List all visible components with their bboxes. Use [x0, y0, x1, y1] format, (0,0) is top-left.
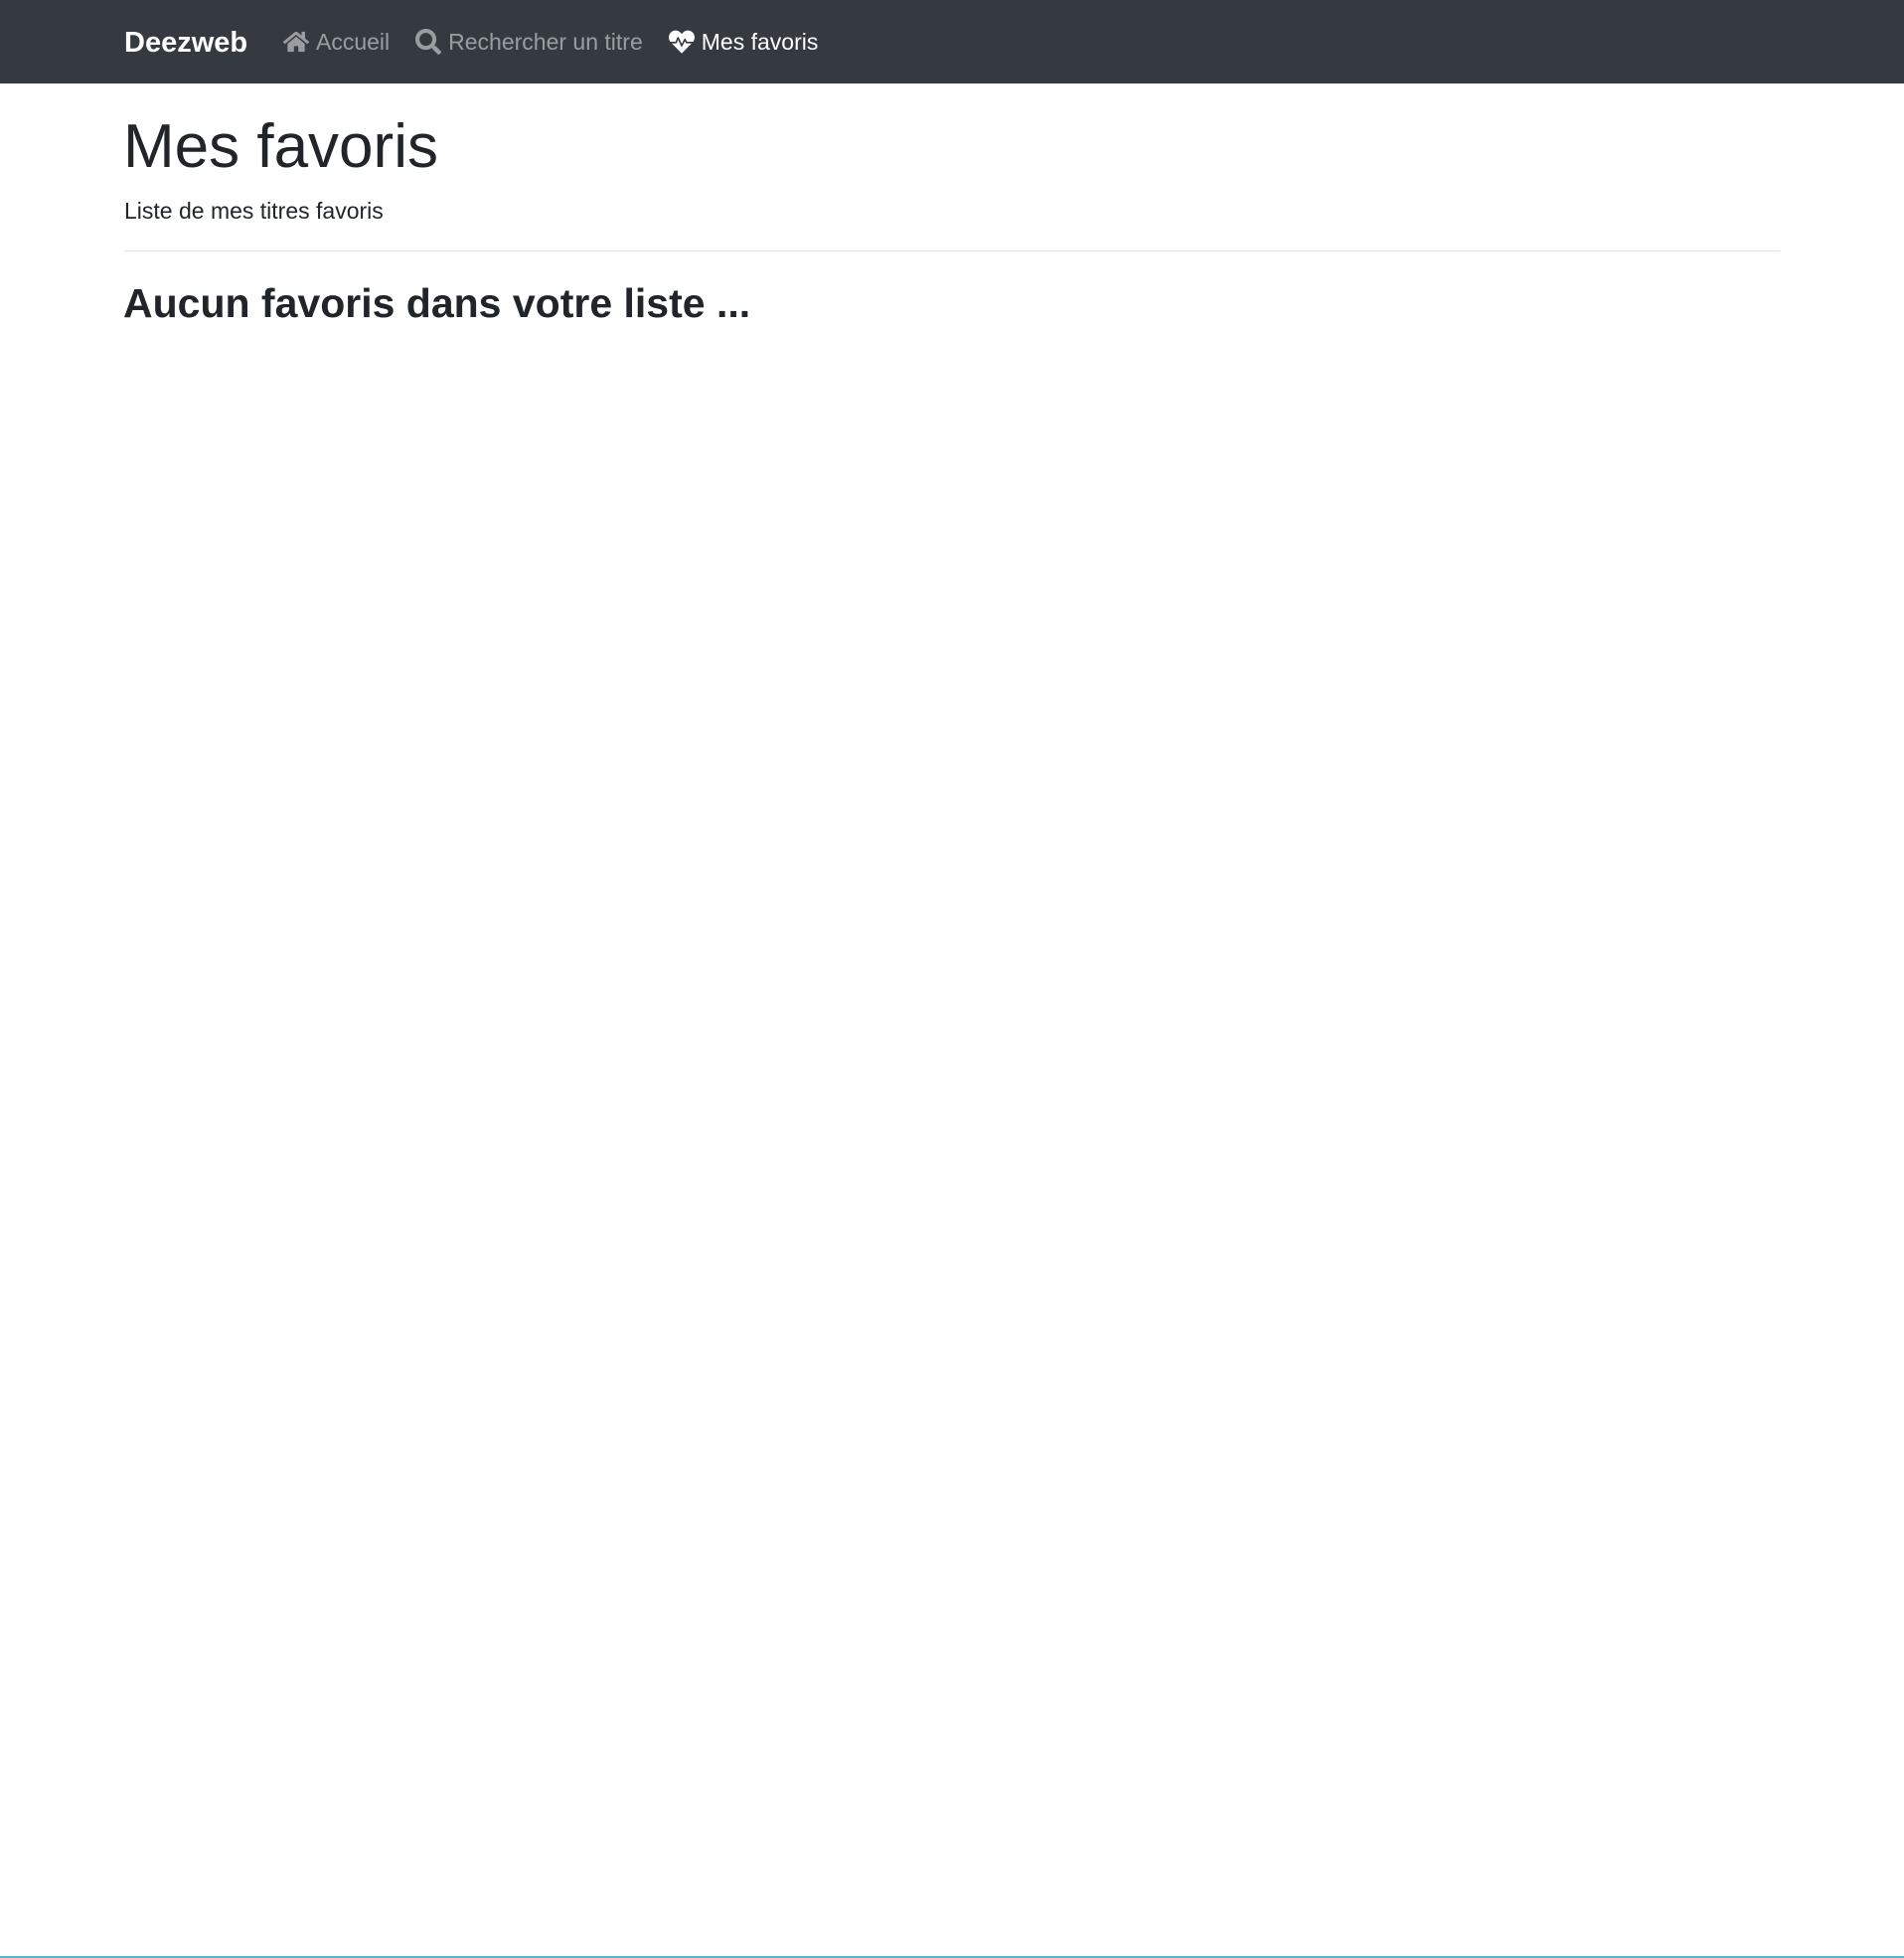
- nav-links: Accueil Rechercher un titre Mes favoris: [282, 0, 843, 83]
- empty-favorites-message: Aucun favoris dans votre liste ...: [123, 280, 751, 326]
- nav-item-accueil[interactable]: Accueil: [282, 28, 390, 56]
- nav-item-rechercher-label: Rechercher un titre: [448, 28, 643, 55]
- search-icon: [414, 28, 442, 56]
- brand-link[interactable]: Deezweb: [124, 0, 247, 83]
- nav-item-mes-favoris[interactable]: Mes favoris: [668, 28, 819, 56]
- home-icon: [282, 28, 310, 56]
- nav-item-rechercher[interactable]: Rechercher un titre: [414, 28, 643, 56]
- page-subtitle: Liste de mes titres favoris: [124, 198, 384, 224]
- divider: [124, 250, 1780, 251]
- nav-item-accueil-label: Accueil: [316, 28, 391, 55]
- nav-item-mes-favoris-label: Mes favoris: [701, 28, 819, 55]
- navbar: Deezweb Accueil Rechercher un titre Mes …: [0, 0, 1904, 83]
- heartbeat-icon: [668, 28, 696, 56]
- page-title: Mes favoris: [123, 112, 438, 181]
